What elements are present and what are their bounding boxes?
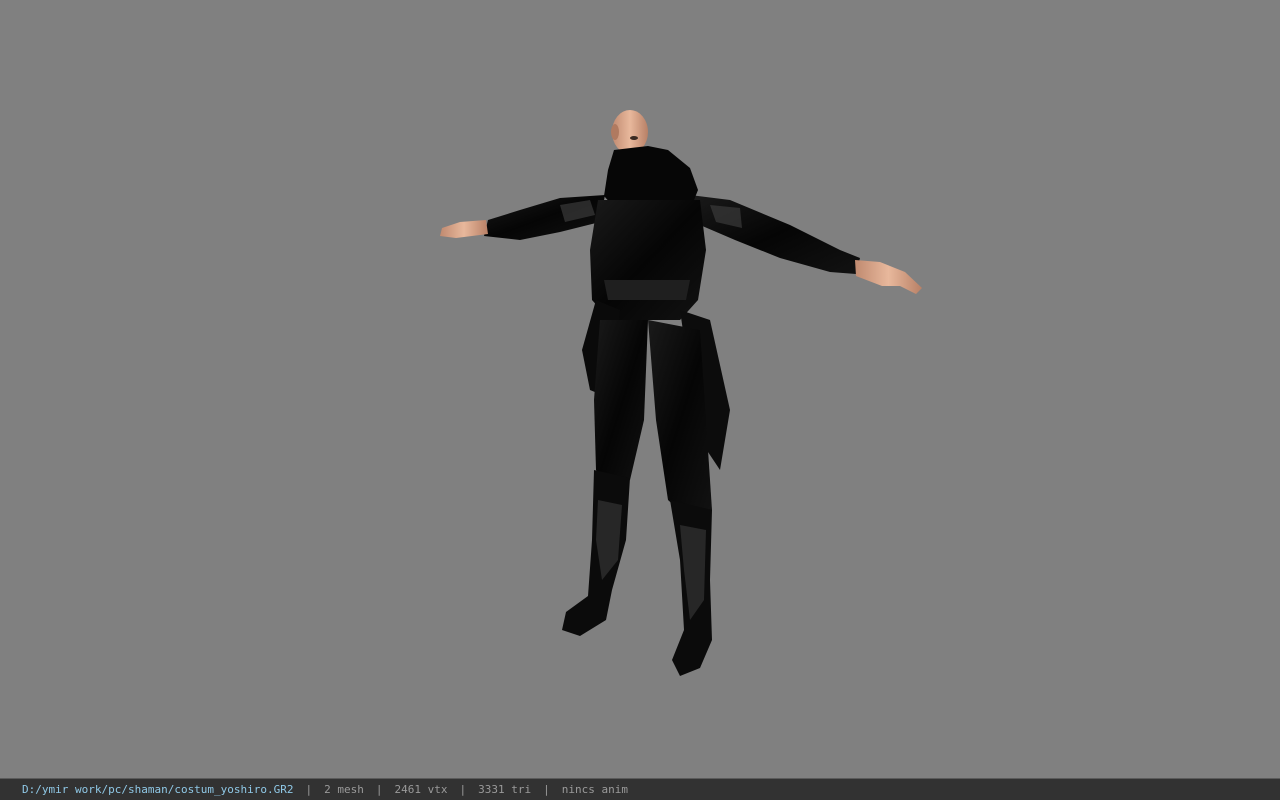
3d-viewport[interactable] (0, 0, 1280, 778)
animation-status: nincs anim (561, 783, 628, 796)
left-boot (562, 470, 630, 636)
file-path: D:/ymir work/pc/shaman/costum_yoshiro.GR… (22, 783, 294, 796)
status-bar: D:/ymir work/pc/shaman/costum_yoshiro.GR… (0, 778, 1280, 800)
eye (630, 136, 638, 140)
separator: | (305, 783, 313, 796)
right-hand (855, 260, 922, 294)
triangle-count: 3331 tri (478, 783, 532, 796)
separator: | (375, 783, 383, 796)
separator: | (543, 783, 550, 796)
character-model (440, 110, 922, 676)
left-leg (594, 320, 648, 490)
ear (611, 124, 619, 140)
belt (604, 280, 690, 300)
mesh-count: 2 mesh (324, 783, 364, 796)
left-hand (440, 220, 488, 238)
torso (590, 200, 706, 320)
separator: | (459, 783, 467, 796)
vertex-count: 2461 vtx (394, 783, 448, 796)
